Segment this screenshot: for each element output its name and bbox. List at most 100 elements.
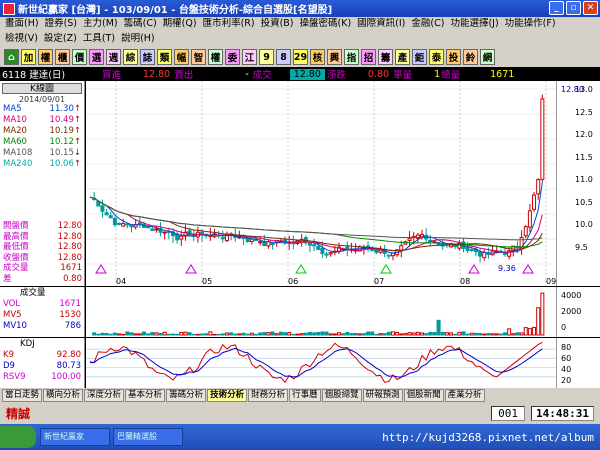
- ma-value-group: 10.12↑: [50, 137, 81, 148]
- candle-body: [420, 234, 424, 238]
- menu-item-6[interactable]: 投資(B): [258, 17, 297, 32]
- tab-9[interactable]: 研報預測: [362, 388, 403, 402]
- kd-chart[interactable]: [86, 338, 556, 388]
- taskbar-item-1[interactable]: 巴蘭精選股: [113, 428, 183, 446]
- menu-item-4[interactable]: 期權(Q): [160, 17, 200, 32]
- toolbar-button-2[interactable]: 櫃: [55, 49, 70, 65]
- toolbar-button-13[interactable]: 江: [242, 49, 257, 65]
- toolbar-button-26[interactable]: 鈴: [463, 49, 478, 65]
- toolbar-button-7[interactable]: 誌: [140, 49, 155, 65]
- toolbar-button-11[interactable]: 權: [208, 49, 223, 65]
- volume-chart[interactable]: [86, 287, 556, 337]
- tab-11[interactable]: 產業分析: [444, 388, 485, 402]
- toolbar-button-21[interactable]: 籌: [378, 49, 393, 65]
- month-label: 09: [546, 277, 556, 286]
- volume-label: VOL: [3, 299, 21, 309]
- tab-8[interactable]: 個股總覽: [321, 388, 362, 402]
- toolbar-button-16[interactable]: 29: [293, 49, 308, 65]
- volume-chart-svg: [92, 292, 545, 336]
- menu-item-r2-0[interactable]: 檢視(V): [2, 32, 41, 47]
- month-label: 08: [460, 277, 470, 286]
- price-tick: 12.0: [575, 130, 593, 139]
- volume-bar: [307, 331, 312, 336]
- toolbar-button-4[interactable]: 選: [89, 49, 104, 65]
- volume-bar: [150, 332, 155, 336]
- toolbar-button-6[interactable]: 綜: [123, 49, 138, 65]
- last-label: 成交: [252, 70, 272, 81]
- menu-item-9[interactable]: 金融(C): [408, 17, 447, 32]
- candle-body: [386, 254, 391, 257]
- candlestick-chart[interactable]: 04 05 06 07 08 09 9.36: [86, 81, 556, 286]
- toolbar-button-22[interactable]: 產: [395, 49, 410, 65]
- toolbar-button-14[interactable]: 9: [259, 49, 274, 65]
- menu-item-5[interactable]: 匯市利率(R): [200, 17, 258, 32]
- toolbar-button-8[interactable]: 類: [157, 49, 172, 65]
- price-tick: 9.5: [575, 242, 588, 252]
- analysis-tabs: 當日走勢 橫向分析 深度分析 基本分析 籌碼分析 技術分析 財務分析 行事曆 個股總覽 研報預測個…: [0, 388, 600, 402]
- toolbar-button-3[interactable]: 價: [72, 49, 87, 65]
- restore-button[interactable]: ▫: [566, 1, 581, 15]
- ohlc-value: 0.80: [63, 273, 82, 284]
- toolbar-button-18[interactable]: 興: [327, 49, 342, 65]
- app-icon: [3, 2, 15, 15]
- tab-0[interactable]: 當日走勢: [2, 388, 43, 402]
- kd-row: RSV9 100.00: [0, 372, 84, 383]
- toolbar-button-20[interactable]: 招: [361, 49, 376, 65]
- toolbar-button-24[interactable]: 泰: [429, 49, 444, 65]
- start-button[interactable]: [0, 426, 36, 448]
- candle-body: [104, 212, 109, 216]
- volume-bar: [523, 327, 528, 336]
- menu-item-11[interactable]: 功能操作(F): [502, 17, 559, 32]
- volume-bar: [341, 333, 346, 336]
- ma-label: MA20: [3, 126, 27, 136]
- candle-body: [316, 246, 321, 250]
- chart-type-header[interactable]: K線圖: [2, 83, 82, 94]
- menu-item-0[interactable]: 畫面(H): [2, 17, 42, 32]
- volume-bar: [229, 332, 234, 336]
- tab-10[interactable]: 個股新聞: [403, 388, 444, 402]
- toolbar-button-12[interactable]: 委: [225, 49, 240, 65]
- menu-item-r2-1[interactable]: 設定(Z): [41, 32, 80, 47]
- kd-tick: 20: [561, 376, 572, 385]
- command-input[interactable]: 001: [491, 405, 526, 421]
- home-icon[interactable]: ⌂: [4, 49, 19, 65]
- toolbar-button-23[interactable]: 鉅: [412, 49, 427, 65]
- menu-item-10[interactable]: 功能選擇(J): [447, 17, 501, 32]
- tab-7[interactable]: 行事曆: [289, 388, 321, 402]
- toolbar-button-19[interactable]: 指: [344, 49, 359, 65]
- tab-4[interactable]: 籌碼分析: [166, 388, 207, 402]
- menu-item-3[interactable]: 籌碼(C): [121, 17, 160, 32]
- toolbar-button-15[interactable]: 8: [276, 49, 291, 65]
- menu-item-1[interactable]: 證券(S): [42, 17, 80, 32]
- candle-body: [320, 248, 325, 254]
- tab-3[interactable]: 基本分析: [125, 388, 166, 402]
- minimize-button[interactable]: _: [549, 1, 564, 15]
- menu-item-2[interactable]: 主力(M): [80, 17, 121, 32]
- menu-item-r2-2[interactable]: 工具(T): [80, 32, 118, 47]
- volume-value: 1530: [59, 310, 81, 320]
- volume-bar: [407, 332, 412, 336]
- sell-label: 賣出: [174, 70, 194, 81]
- toolbar-button-25[interactable]: 投: [446, 49, 461, 65]
- month-label: 06: [288, 277, 298, 286]
- toolbar-button-17[interactable]: 核: [310, 49, 325, 65]
- close-button[interactable]: ✕: [583, 1, 598, 15]
- vol-value: 1: [434, 68, 441, 80]
- menu-item-r2-3[interactable]: 說明(H): [118, 32, 158, 47]
- volume-bar: [108, 333, 113, 336]
- ma-value: 10.15: [49, 148, 74, 158]
- tab-2[interactable]: 深度分析: [84, 388, 125, 402]
- tab-6[interactable]: 財務分析: [248, 388, 289, 402]
- toolbar-button-27[interactable]: 網: [480, 49, 495, 65]
- taskbar-item-0[interactable]: 新世紀贏家: [40, 428, 110, 446]
- tab-1[interactable]: 橫向分析: [43, 388, 84, 402]
- toolbar-button-0[interactable]: 加: [21, 49, 36, 65]
- tab-5[interactable]: 技術分析: [207, 388, 248, 402]
- ohlc-row: 差 0.80: [0, 274, 85, 285]
- menu-item-7[interactable]: 操盤密碼(K): [297, 17, 355, 32]
- toolbar-button-1[interactable]: 權: [38, 49, 53, 65]
- toolbar-button-5[interactable]: 週: [106, 49, 121, 65]
- menu-item-8[interactable]: 國際資訊(I): [354, 17, 408, 32]
- toolbar-button-9[interactable]: 幅: [174, 49, 189, 65]
- toolbar-button-10[interactable]: 智: [191, 49, 206, 65]
